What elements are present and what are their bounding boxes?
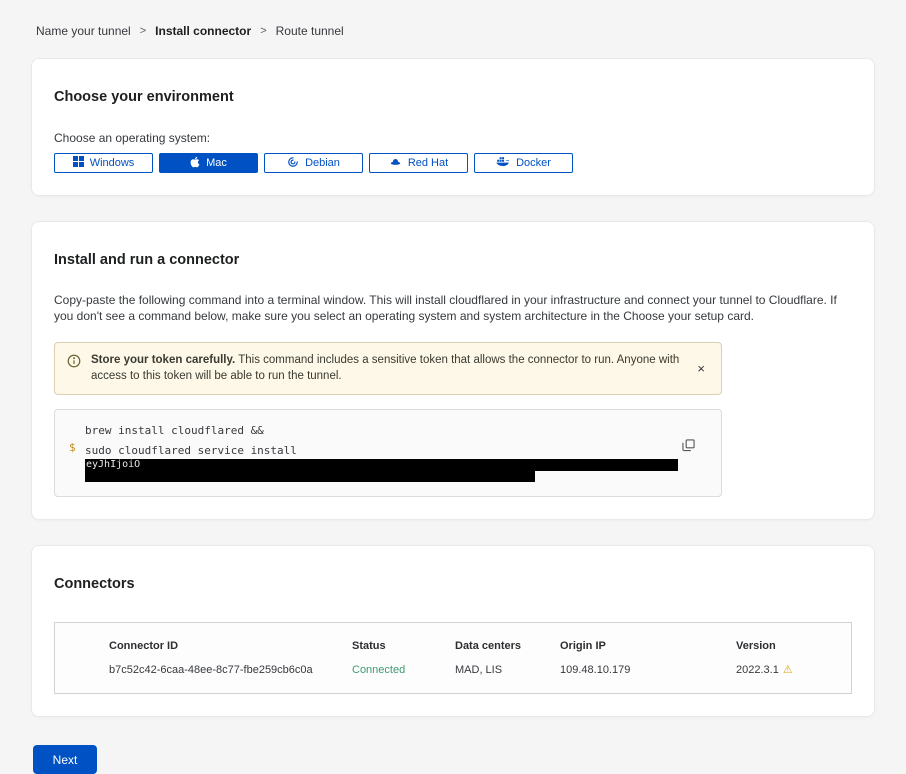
os-button-label: Mac: [206, 157, 227, 169]
column-header-status: Status: [352, 640, 455, 652]
shell-prompt: $: [69, 423, 85, 482]
os-button-redhat[interactable]: Red Hat: [369, 153, 468, 173]
column-header-data-centers: Data centers: [455, 640, 560, 652]
breadcrumb-item-name-your-tunnel[interactable]: Name your tunnel: [36, 24, 131, 38]
install-command-code-block: $ brew install cloudflared && sudo cloud…: [54, 409, 722, 497]
os-select-label: Choose an operating system:: [54, 131, 852, 145]
info-circle-icon: [67, 354, 81, 373]
redacted-token-line-1: eyJhIjoiO: [85, 459, 678, 471]
token-warning-alert: Store your token carefully. This command…: [54, 342, 722, 395]
column-header-origin-ip: Origin IP: [560, 640, 736, 652]
debian-icon: [287, 156, 299, 171]
install-command-lines: brew install cloudflared && sudo cloudfl…: [85, 423, 707, 482]
version-value: 2022.3.1 ⚠: [736, 664, 841, 676]
os-button-group: Windows Mac Debian Red Hat Docker: [54, 153, 852, 173]
connectors-card: Connectors Connector ID Status Data cent…: [31, 545, 875, 717]
windows-icon: [73, 156, 84, 170]
apple-icon: [190, 156, 200, 171]
version-warning-icon: ⚠: [783, 665, 793, 676]
os-button-mac[interactable]: Mac: [159, 153, 258, 173]
status-badge: Connected: [352, 664, 455, 676]
install-connector-card: Install and run a connector Copy-paste t…: [31, 221, 875, 520]
os-button-label: Red Hat: [408, 157, 448, 169]
os-button-windows[interactable]: Windows: [54, 153, 153, 173]
command-line-1: brew install cloudflared &&: [85, 423, 707, 439]
connectors-table: Connector ID Status Data centers Origin …: [54, 622, 852, 694]
os-button-label: Windows: [90, 157, 135, 169]
breadcrumb-item-install-connector[interactable]: Install connector: [155, 24, 251, 38]
install-connector-title: Install and run a connector: [54, 252, 852, 268]
breadcrumb-separator: >: [140, 25, 146, 37]
redacted-token-line-2: [85, 471, 535, 482]
os-button-label: Docker: [516, 157, 551, 169]
close-icon[interactable]: ×: [693, 360, 709, 377]
install-description: Copy-paste the following command into a …: [54, 292, 852, 324]
redhat-icon: [389, 156, 402, 171]
command-line-2: sudo cloudflared service install: [85, 443, 707, 459]
breadcrumb: Name your tunnel > Install connector > R…: [0, 0, 906, 58]
column-header-connector-id: Connector ID: [109, 640, 352, 652]
os-button-debian[interactable]: Debian: [264, 153, 363, 173]
next-button[interactable]: Next: [33, 745, 97, 774]
origin-ip-value: 109.48.10.179: [560, 664, 736, 676]
connectors-title: Connectors: [54, 576, 852, 592]
choose-environment-card: Choose your environment Choose an operat…: [31, 58, 875, 196]
table-row: b7c52c42-6caa-48ee-8c77-fbe259cb6c0a Con…: [55, 656, 851, 693]
token-warning-bold: Store your token carefully.: [91, 354, 235, 366]
column-header-version: Version: [736, 640, 841, 652]
version-number: 2022.3.1: [736, 664, 779, 676]
choose-environment-title: Choose your environment: [54, 89, 852, 105]
token-warning-text: Store your token carefully. This command…: [91, 352, 683, 384]
os-button-label: Debian: [305, 157, 340, 169]
breadcrumb-separator: >: [260, 25, 266, 37]
connector-id-value: b7c52c42-6caa-48ee-8c77-fbe259cb6c0a: [109, 664, 352, 676]
data-centers-value: MAD, LIS: [455, 664, 560, 676]
os-button-docker[interactable]: Docker: [474, 153, 573, 173]
docker-icon: [496, 156, 510, 170]
table-header-row: Connector ID Status Data centers Origin …: [55, 623, 851, 656]
breadcrumb-item-route-tunnel[interactable]: Route tunnel: [276, 24, 344, 38]
copy-icon[interactable]: [680, 437, 697, 457]
